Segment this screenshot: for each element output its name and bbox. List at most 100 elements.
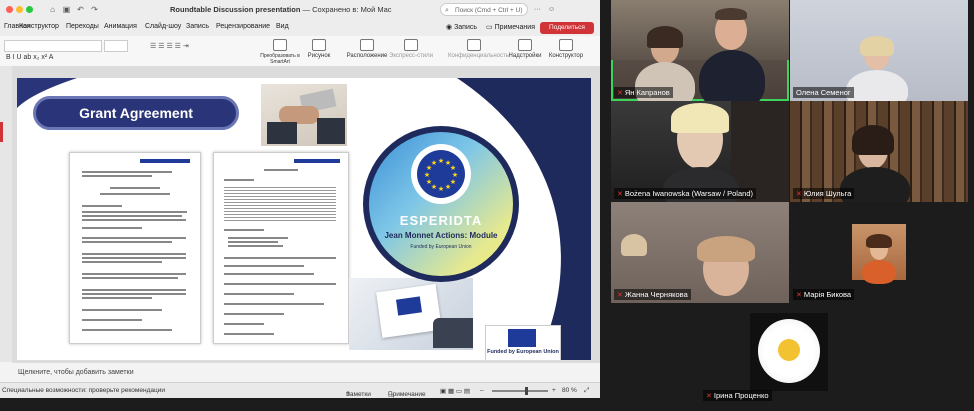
logo-title: ESPERIDTA [399,213,483,228]
participant-tile[interactable]: ✕ Ян Капранов [611,0,789,101]
notes-pane[interactable]: Щелкните, чтобы добавить заметки [12,362,600,382]
arrange-button[interactable]: Расположение [344,39,390,63]
quick-styles-button[interactable]: Экспресс-стили [388,39,434,63]
participant-name: ✕ Жанна Чернякова [614,289,691,300]
tab-review[interactable]: Рецензирование [216,23,270,30]
slide-thumbnail-pane[interactable] [0,66,12,362]
addins-label: Надстройки [508,53,542,59]
smartart-label: Преобразовать в SmartArt [260,53,300,65]
participant-name-text: Юлия Шульга [803,189,852,198]
profile-icon[interactable]: ☺ [548,6,555,13]
comments-button[interactable]: ▭ Примечания [486,23,535,31]
tab-view[interactable]: Вид [276,23,289,30]
more-options-icon[interactable]: ··· [534,6,541,13]
participant-hair [852,125,894,155]
smartart-button[interactable]: Преобразовать в SmartArt [258,39,302,65]
zoom-level[interactable]: 80 % [562,387,577,394]
muted-mic-icon: ✕ [796,191,802,198]
dense-text-block [224,187,336,221]
undo-icon[interactable]: ↶ [76,5,85,14]
tile-background [731,101,789,202]
designer-icon [559,39,573,51]
designer-label: Конструктор [548,53,584,59]
tab-record[interactable]: Запись [186,23,209,30]
participant-hair [715,8,747,20]
participant-tile[interactable]: ✕ Жанна Чернякова [611,202,789,303]
picture-button[interactable]: Рисунок [304,39,334,63]
muted-mic-icon: ✕ [617,191,623,198]
search-input[interactable]: ⌕ Поиск (Cmd + Ctrl + U) [440,3,528,16]
share-button[interactable]: Поделиться [540,22,594,34]
eu-flag-icon [396,296,422,316]
home-icon[interactable]: ⌂ [48,5,57,14]
participant-name-text: Ірина Проценко [713,391,769,400]
eu-stars: ★ ★★ ★★★ ★★★ ★★★ [424,157,458,193]
muted-mic-icon: ✕ [617,292,623,299]
participant-tile[interactable]: ✕ Ірина Проценко [700,303,878,404]
participant-name: ✕ Юлия Шульга [793,188,855,199]
paragraph-buttons[interactable]: ☰ ☰ ☰ ☰ ⇥ [150,42,189,50]
share-label: Поделиться [549,24,585,31]
notes-placeholder: Щелкните, чтобы добавить заметки [18,369,134,376]
participant-body [846,70,908,101]
zoom-in-button[interactable]: + [552,387,556,394]
designer-button[interactable]: Конструктор [548,39,584,63]
font-format-buttons[interactable]: B I U ab x₂ x² A [6,54,53,61]
zoom-slider[interactable] [492,390,548,392]
tab-animation[interactable]: Анимация [104,23,137,30]
participant-name-text: Жанна Чернякова [624,290,688,299]
participant-tile[interactable]: Олена Семеног [790,0,968,101]
grant-document-page-2 [213,152,349,344]
svg-text:★: ★ [431,159,437,167]
redo-icon[interactable]: ↷ [90,5,99,14]
arrange-label: Расположение [346,53,388,59]
participant-video [852,224,906,284]
participant-name-text: Марія Бикова [803,290,852,299]
minimize-window-button[interactable] [16,6,23,13]
participant-name-text: Олена Семеног [796,88,851,97]
zoom-out-button[interactable]: – [480,387,484,394]
muted-mic-icon: ✕ [706,393,712,400]
fit-slide-icon[interactable]: ⤢ [584,387,589,395]
logo-funded-text: Funded by European Union [410,244,472,250]
zoom-window-button[interactable] [26,6,33,13]
title-bar: ⌂ ▣ ↶ ↷ Roundtable Discussion presentati… [0,0,600,20]
font-family-select[interactable] [4,40,102,52]
funded-by-eu-badge: Funded by European Union [485,325,561,360]
record-icon: ◉ [446,24,453,31]
eu-document-photo [349,278,473,350]
accessibility-status[interactable]: Специальные возможности: проверьте реком… [2,387,165,394]
participant-tile[interactable]: ✕ Юлия Шульга [790,101,968,202]
svg-text:★: ★ [445,183,451,191]
eu-header-bar [294,159,340,163]
participant-tile[interactable]: ✕ Марія Бикова [790,202,968,303]
saved-status: Сохранено в: Мой Mac [312,5,392,14]
sensitivity-label: Конфиденциальность [448,53,509,59]
close-window-button[interactable] [6,6,13,13]
save-icon[interactable]: ▣ [62,5,71,14]
flower-photo [750,313,828,391]
tile-background [611,0,789,60]
svg-text:★: ★ [424,171,430,179]
participant-name: ✕ Ірина Проценко [703,390,772,401]
view-buttons[interactable]: ▣ ▦ ▭ ▤ [440,387,470,395]
powerpoint-window: ⌂ ▣ ↶ ↷ Roundtable Discussion presentati… [0,0,600,398]
participant-name: Олена Семеног [793,87,854,98]
participant-name: ✕ Bożena Iwanowska (Warsaw / Poland) [614,188,756,199]
record-label: Запись [454,24,478,31]
slide[interactable]: Grant Agreement ★ ★ ★ ★ ★ ★ ★ ★ ★ ★ ★ ★ … [17,78,591,360]
participant-tile[interactable]: ✕ Bożena Iwanowska (Warsaw / Poland) [611,101,789,202]
addins-button[interactable]: Надстройки [508,39,542,63]
font-size-select[interactable] [104,40,128,52]
svg-text:★: ★ [426,178,432,186]
tab-design[interactable]: Конструктор [19,23,59,30]
zoom-slider-handle[interactable] [525,387,528,395]
eu-header-bar [140,159,190,163]
participant-hair [697,236,755,262]
muted-mic-icon: ✕ [796,292,802,299]
tab-slideshow[interactable]: Слайд-шоу [145,23,181,30]
handshake-photo [261,84,347,146]
sensitivity-button[interactable]: Конфиденциальность [448,39,509,63]
tab-transitions[interactable]: Переходы [66,23,99,30]
record-button[interactable]: ◉ Запись [446,23,477,31]
